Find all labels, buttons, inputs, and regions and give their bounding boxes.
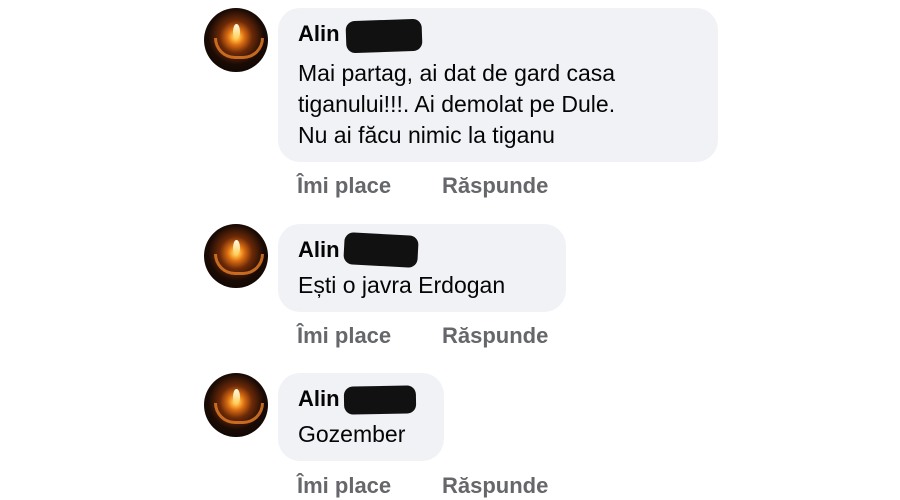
hands-icon bbox=[214, 254, 264, 275]
comment-bubble: Alin Ești o javra Erdogan bbox=[278, 224, 566, 312]
hands-icon bbox=[214, 38, 264, 59]
redacted-surname bbox=[345, 18, 423, 54]
like-button[interactable]: Îmi place bbox=[297, 173, 391, 199]
like-button[interactable]: Îmi place bbox=[297, 473, 391, 499]
comment-text-line: Nu ai făcu nimic la tiganu bbox=[298, 122, 555, 148]
candle-flame-icon bbox=[233, 389, 240, 404]
reply-button[interactable]: Răspunde bbox=[442, 323, 548, 349]
candle-flame-icon bbox=[233, 240, 240, 255]
redacted-surname bbox=[343, 232, 419, 268]
comment-text-line: Gozember bbox=[298, 421, 406, 447]
comment-text-line: Ești o javra Erdogan bbox=[298, 272, 506, 298]
hands-icon bbox=[214, 403, 264, 424]
author-name[interactable]: Alin bbox=[298, 21, 340, 47]
like-button[interactable]: Îmi place bbox=[297, 323, 391, 349]
avatar[interactable] bbox=[204, 373, 268, 437]
comment-text-line: tiganului!!!. Ai demolat pe Dule. bbox=[298, 91, 616, 117]
redacted-surname bbox=[343, 385, 417, 415]
candle-flame-icon bbox=[233, 24, 240, 39]
comment-text-line: Mai partag, ai dat de gard casa bbox=[298, 60, 616, 86]
avatar[interactable] bbox=[204, 224, 268, 288]
comment-bubble: Alin Mai partag, ai dat de gard casa tig… bbox=[278, 8, 718, 162]
avatar[interactable] bbox=[204, 8, 268, 72]
comment-bubble: Alin Gozember bbox=[278, 373, 444, 461]
reply-button[interactable]: Răspunde bbox=[442, 473, 548, 499]
reply-button[interactable]: Răspunde bbox=[442, 173, 548, 199]
author-name[interactable]: Alin bbox=[298, 237, 340, 263]
author-name[interactable]: Alin bbox=[298, 386, 340, 412]
